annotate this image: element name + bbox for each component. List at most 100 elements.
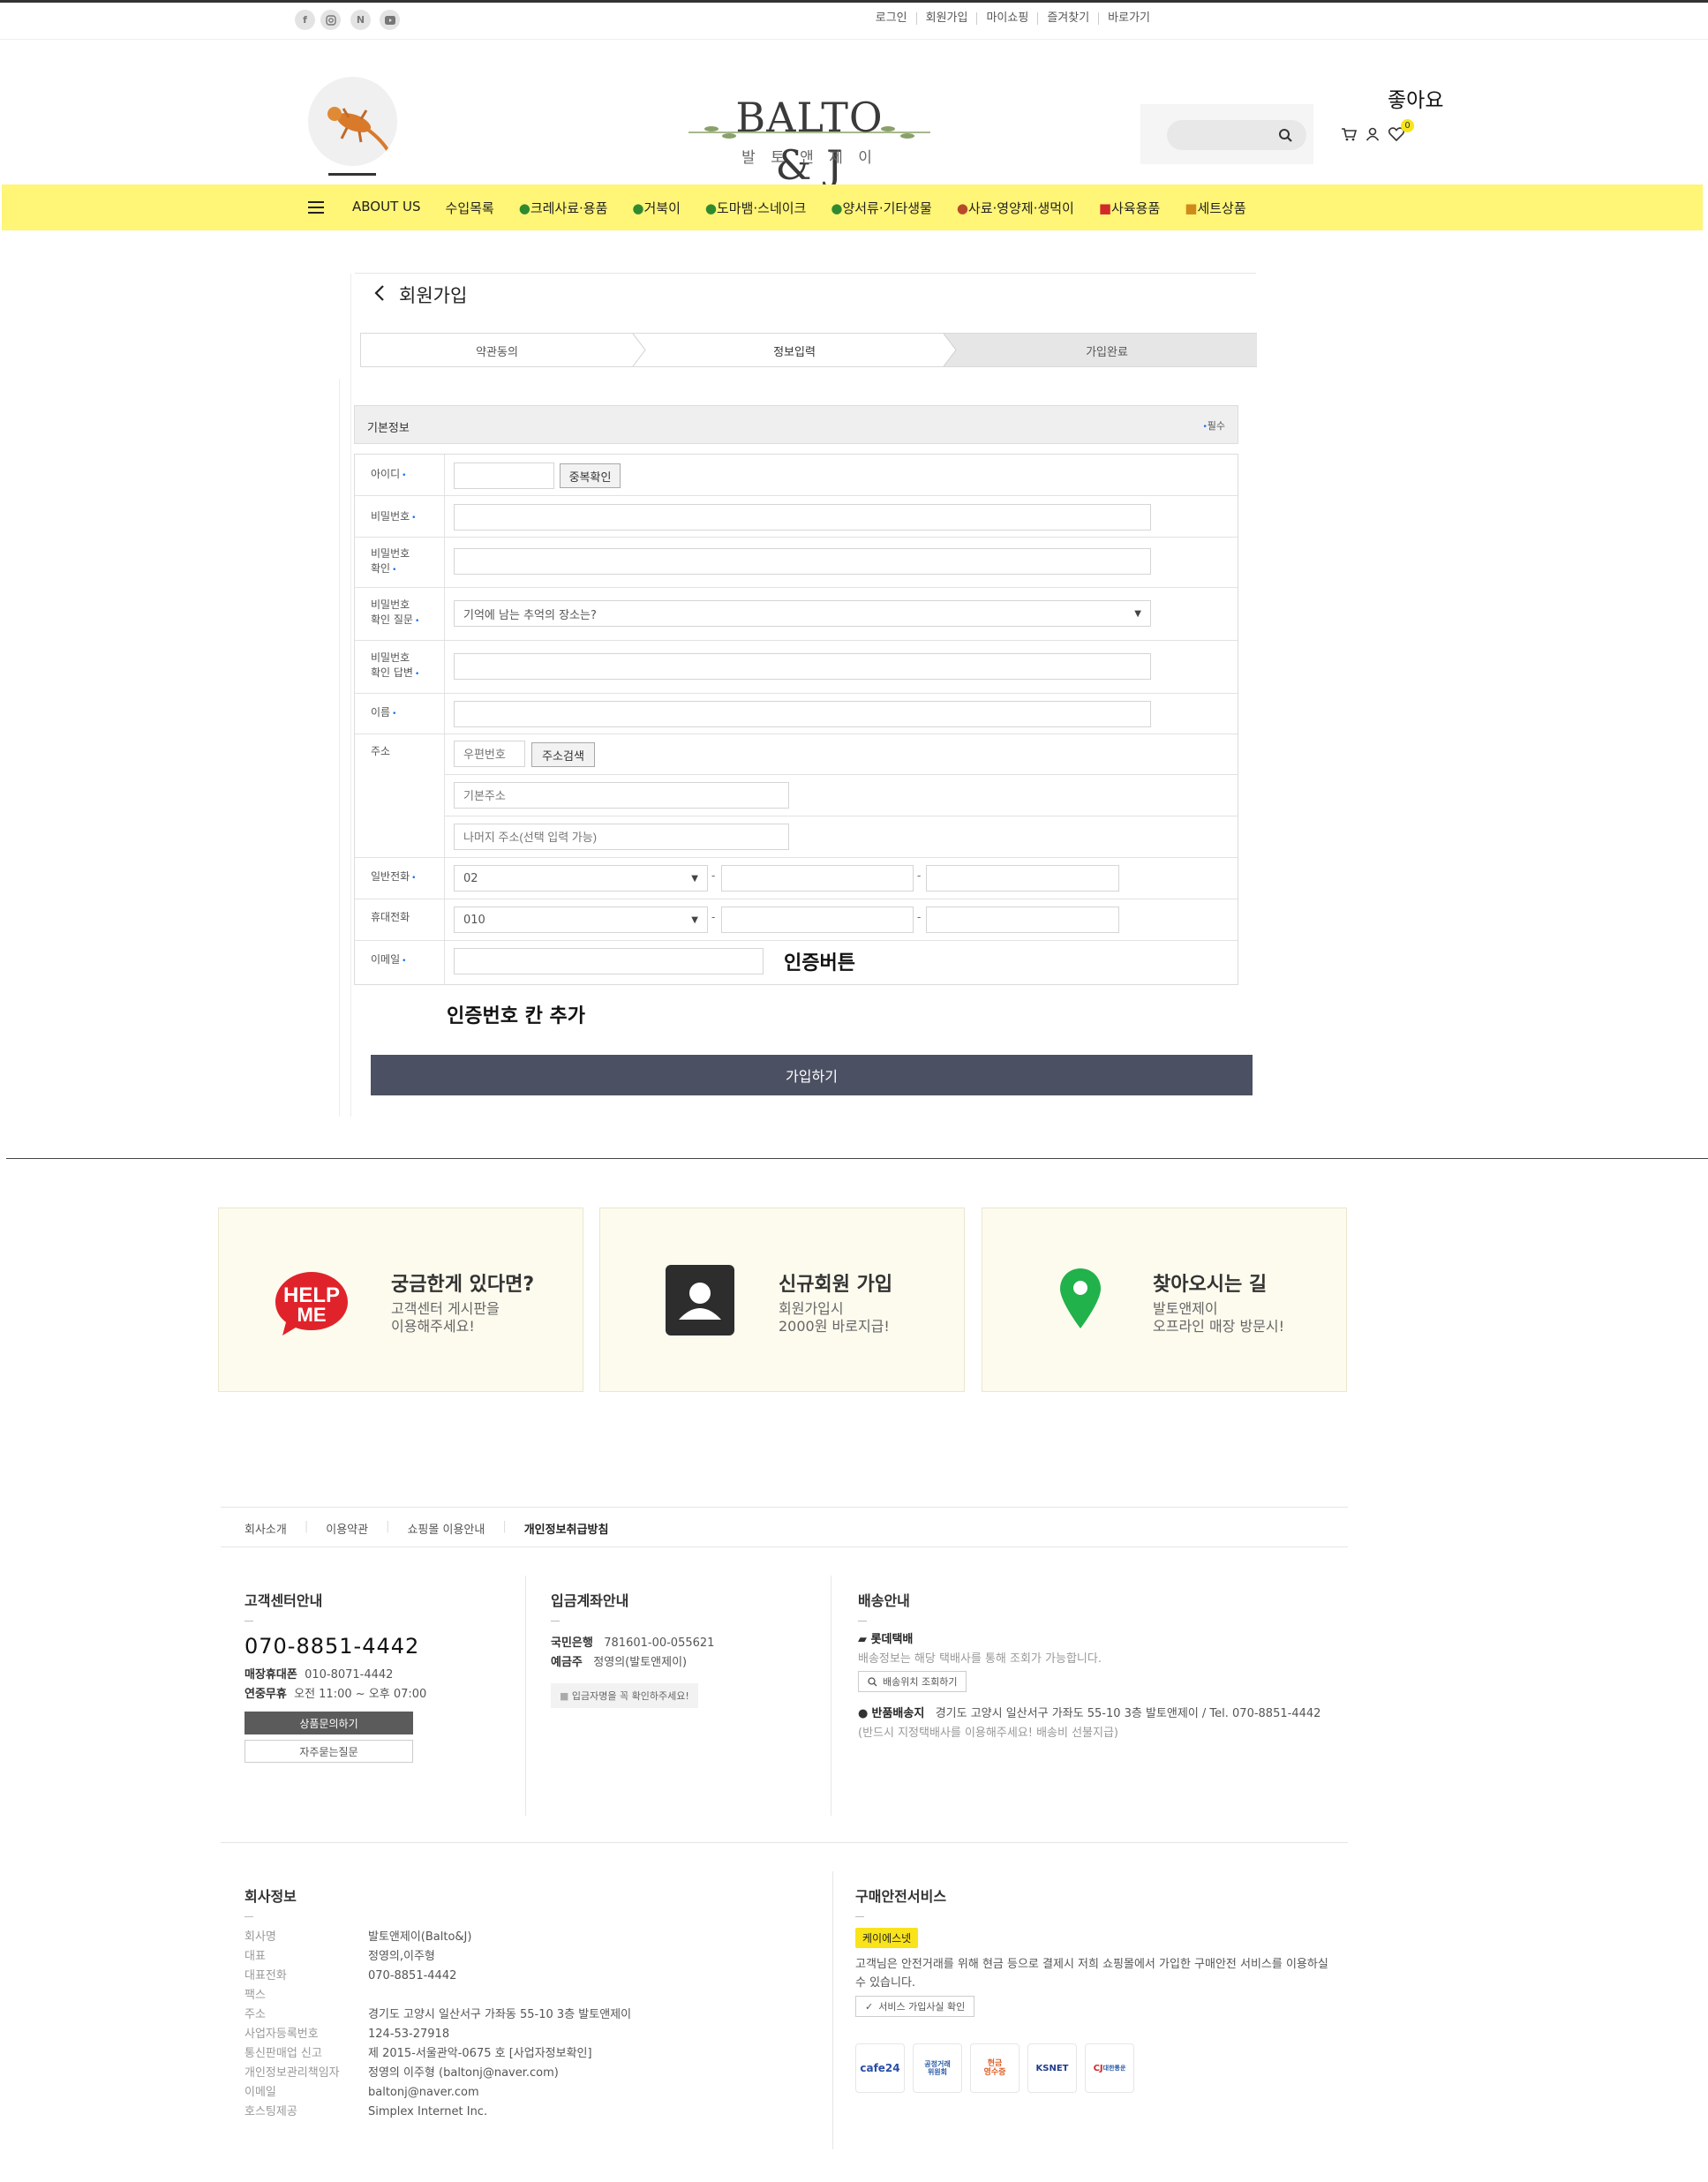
category-bar: ABOUT US 수입목록 ●크레사료·용품 ●거북이 ●도마뱀·스네이크 ●양… bbox=[2, 184, 1703, 230]
company-row-key: 호스팅제공 bbox=[245, 2105, 297, 2118]
content-left-border bbox=[350, 274, 351, 1117]
company-row-key: 대표 bbox=[245, 1950, 266, 1963]
user-icon[interactable] bbox=[1364, 125, 1381, 143]
safety-text: 수 있습니다. bbox=[855, 1976, 916, 1990]
company-row-key: 대표전화 bbox=[245, 1969, 287, 1983]
address-detail-input[interactable] bbox=[454, 824, 789, 850]
company-row-value: Simplex Internet Inc. bbox=[368, 2105, 488, 2118]
nav-amphibian[interactable]: ●양서류·기타생물 bbox=[831, 199, 931, 217]
naver-blog-icon[interactable]: N bbox=[350, 10, 371, 30]
dup-check-button[interactable]: 중복확인 bbox=[560, 463, 621, 488]
cs-line: 매장휴대폰 010-8071-4442 bbox=[245, 1668, 394, 1682]
map-pin-icon bbox=[1058, 1267, 1102, 1330]
password-question-select[interactable]: 기억에 남는 추억의 장소는? ▼ bbox=[454, 600, 1151, 627]
footer-mid-line bbox=[221, 1842, 1348, 1843]
lizard-avatar-icon[interactable] bbox=[308, 77, 397, 166]
nav-import-list[interactable]: 수입목록 bbox=[446, 199, 494, 217]
shortcut-link[interactable]: 바로가기 bbox=[1098, 12, 1159, 25]
nav-set-products[interactable]: ■세트상품 bbox=[1185, 199, 1245, 217]
avatar-underline bbox=[328, 173, 376, 176]
footer-col-divider bbox=[525, 1576, 526, 1816]
login-link[interactable]: 로그인 bbox=[867, 12, 916, 25]
company-row-value: 정영의 이주형 (baltonj@naver.com) bbox=[368, 2066, 559, 2080]
zipcode-input[interactable] bbox=[454, 741, 525, 767]
nav-turtle[interactable]: ●거북이 bbox=[632, 199, 681, 217]
bank-line: 예금주 정영의(발토앤제이) bbox=[551, 1656, 688, 1669]
back-icon[interactable] bbox=[371, 282, 388, 304]
submit-button[interactable]: 가입하기 bbox=[371, 1055, 1253, 1095]
bookmark-link[interactable]: 즐겨찾기 bbox=[1037, 12, 1098, 25]
address-search-button[interactable]: 주소검색 bbox=[531, 742, 595, 767]
help-card[interactable]: HELP ME 궁금한게 있다면? 고객센터 게시판을 이용해주세요! bbox=[218, 1208, 583, 1392]
nav-lizard-snake[interactable]: ●도마뱀·스네이크 bbox=[705, 199, 806, 217]
cs-title: 고객센터안내 bbox=[245, 1592, 323, 1609]
youtube-icon[interactable] bbox=[380, 10, 400, 30]
mobile-last-input[interactable] bbox=[926, 907, 1119, 933]
footer-link-about[interactable]: 회사소개 bbox=[245, 1520, 287, 1537]
help-card-line: 고객센터 게시판을 bbox=[391, 1300, 500, 1317]
menu-icon[interactable] bbox=[306, 201, 326, 214]
company-row-key: 이메일 bbox=[245, 2086, 276, 2099]
nav-about-us[interactable]: ABOUT US bbox=[352, 199, 421, 217]
company-section: 회사정보 회사명 발토앤제이(Balto&J) 대표 정영의,이주형 대표전화 070-8… bbox=[245, 1885, 774, 2122]
address-base-input[interactable] bbox=[454, 782, 789, 809]
directions-card[interactable]: 찾아오시는 길 발토앤제이 오프라인 매장 방문시! bbox=[982, 1208, 1347, 1392]
password-confirm-input[interactable] bbox=[454, 548, 1151, 575]
footer-top-line bbox=[221, 1507, 1348, 1508]
join-link[interactable]: 회원가입 bbox=[915, 12, 977, 25]
password-answer-label: 비밀번호 확인 답변 • bbox=[371, 651, 420, 679]
nav-supplies[interactable]: ■사육용품 bbox=[1099, 199, 1160, 217]
id-input[interactable] bbox=[454, 463, 554, 489]
dropdown-arrow-icon: ▼ bbox=[691, 914, 698, 925]
bank-note: ■ 입금자명을 꼭 확인하주세요! bbox=[551, 1683, 698, 1708]
cart-icon[interactable] bbox=[1340, 125, 1358, 143]
phone-middle-input[interactable] bbox=[721, 865, 914, 892]
facebook-icon[interactable]: f bbox=[295, 10, 315, 30]
phone-label: 일반전화 • bbox=[371, 870, 417, 883]
service-check-button[interactable]: ✓ 서비스 가입사실 확인 bbox=[855, 1996, 975, 2017]
new-member-card[interactable]: 신규회원 가입 회원가입시 2000원 바로지급! bbox=[599, 1208, 965, 1392]
faq-button[interactable]: 자주묻는질문 bbox=[245, 1740, 413, 1763]
bullet-icon: ■ bbox=[560, 1690, 572, 1702]
footer-link-terms[interactable]: 이용약관 bbox=[326, 1520, 368, 1537]
company-row-value: 발토앤제이(Balto&J) bbox=[368, 1930, 472, 1944]
partner-logos: cafe24 공정거래 위원회 현금 영수증 KSNET CJ 대한통운 bbox=[855, 2043, 1350, 2093]
track-delivery-button[interactable]: 배송위치 조회하기 bbox=[858, 1671, 967, 1692]
signup-form: 아이디 • 중복확인 비밀번호 • 비밀번호 확인 • 비밀번호 확인 질문 • 기억에 남… bbox=[354, 454, 1238, 985]
mobile-prefix-select[interactable]: 010 ▼ bbox=[454, 907, 708, 933]
search-icon[interactable] bbox=[1277, 127, 1293, 143]
id-label: 아이디 • bbox=[371, 468, 407, 480]
bank-section: 입금계좌안내 국민은행 781601-00-055621 예금주 정영의(발토앤… bbox=[551, 1589, 816, 1708]
help-me-icon: HELP ME bbox=[274, 1268, 350, 1339]
company-rows: 회사명 발토앤제이(Balto&J) 대표 정영의,이주형 대표전화 070-8851-4… bbox=[245, 1928, 774, 2122]
company-row-value: 제 2015-서울관악-0675 호 [사업자정보확인] bbox=[368, 2047, 592, 2060]
nav-crested-food[interactable]: ●크레사료·용품 bbox=[519, 199, 608, 217]
like-label: 좋아요 bbox=[1388, 89, 1444, 112]
return-note: (반드시 지정택배사를 이용해주세요! 배송비 선불지급) bbox=[858, 1727, 1119, 1740]
directions-card-title: 찾아오시는 길 bbox=[1153, 1274, 1268, 1296]
dropdown-arrow-icon: ▼ bbox=[691, 873, 698, 884]
email-input[interactable] bbox=[454, 948, 764, 974]
password-input[interactable] bbox=[454, 504, 1151, 530]
company-row-key: 개인정보관리책임자 bbox=[245, 2066, 340, 2080]
phone-last-input[interactable] bbox=[926, 865, 1119, 892]
password-answer-input[interactable] bbox=[454, 653, 1151, 680]
footer-nav-line bbox=[221, 1546, 1348, 1547]
footer-link-privacy[interactable]: 개인정보취급방침 bbox=[524, 1520, 609, 1537]
product-inquiry-button[interactable]: 상품문의하기 bbox=[245, 1712, 413, 1734]
food-icon: ● bbox=[956, 199, 968, 216]
company-row-value: 070-8851-4442 bbox=[368, 1969, 457, 1983]
nav-food-supplement[interactable]: ●사료·영양제·생먹이 bbox=[957, 199, 1074, 217]
instagram-icon[interactable] bbox=[320, 10, 341, 30]
help-card-title: 궁금한게 있다면? bbox=[391, 1274, 535, 1296]
site-logo[interactable]: BALTO & J 발 토 앤 제 이 bbox=[685, 88, 934, 189]
footer-link-guide[interactable]: 쇼핑몰 이용안내 bbox=[407, 1520, 485, 1537]
safety-text: 고객님은 안전거래를 위해 현금 등으로 결제시 저희 쇼핑몰에서 가입한 구매… bbox=[855, 1958, 1328, 1971]
step-agree: 약관동의 bbox=[476, 346, 518, 359]
myshop-link[interactable]: 마이쇼핑 bbox=[976, 12, 1037, 25]
phone-prefix-select[interactable]: 02 ▼ bbox=[454, 865, 708, 892]
mobile-middle-input[interactable] bbox=[721, 907, 914, 933]
auth-code-annotation: 인증번호 칸 추가 bbox=[447, 1005, 585, 1027]
company-row: 회사명 발토앤제이(Balto&J) bbox=[245, 1928, 774, 1947]
name-input[interactable] bbox=[454, 701, 1151, 727]
